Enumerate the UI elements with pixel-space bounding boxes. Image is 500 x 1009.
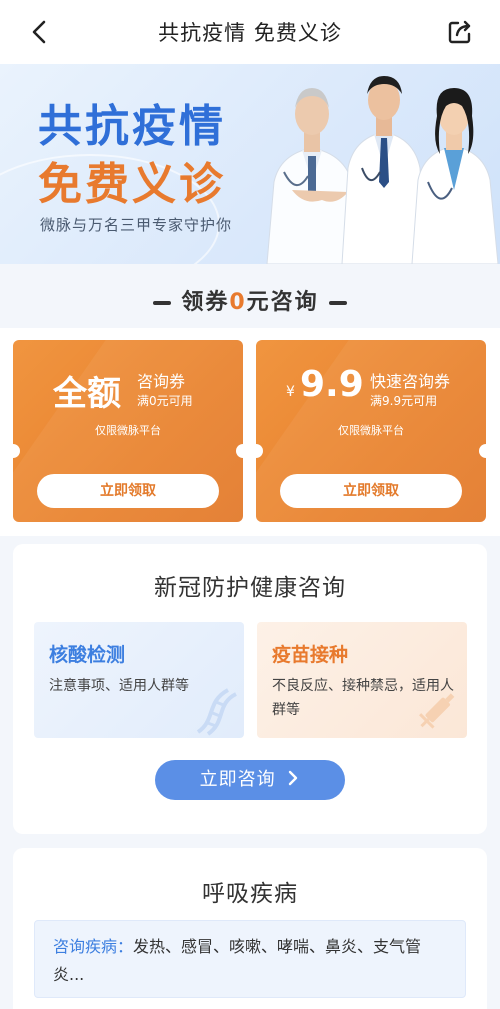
coupon-condition: 满9.9元可用 bbox=[370, 394, 438, 408]
banner-subtitle: 微脉与万名三甲专家守护你 bbox=[40, 216, 233, 234]
card-title: 呼吸疾病 bbox=[202, 881, 298, 907]
disease-list[interactable]: 咨询疾病：发热、感冒、咳嗽、哮喘、鼻炎、支气管炎... bbox=[34, 920, 466, 998]
coupon-name: 咨询券 bbox=[137, 372, 186, 391]
coupon-section-heading: 领券0元咨询 bbox=[0, 284, 500, 316]
tile-nucleic-test[interactable]: 核酸检测 注意事项、适用人群等 bbox=[34, 622, 244, 738]
banner-title-line2: 免费义诊 bbox=[38, 159, 226, 210]
heading-prefix: 领券 bbox=[181, 290, 230, 315]
banner-title-line1: 共抗疫情 bbox=[38, 101, 226, 152]
coupon-limit: 仅限微脉平台 bbox=[95, 424, 161, 437]
coupon-notch bbox=[13, 444, 20, 458]
claim-coupon-button[interactable]: 立即领取 bbox=[280, 474, 462, 508]
coupon-notch bbox=[479, 444, 486, 458]
consult-button-label: 立即咨询 bbox=[199, 769, 276, 790]
heading-dash-left bbox=[153, 301, 172, 305]
tile-title: 疫苗接种 bbox=[272, 644, 349, 666]
coupon-full-amount: 全额 咨询券 满0元可用 仅限微脉平台 立即领取 bbox=[13, 340, 243, 522]
chevron-right-icon bbox=[289, 770, 298, 786]
coupon-condition: 满0元可用 bbox=[137, 394, 193, 408]
syringe-icon bbox=[419, 693, 455, 729]
coupon-limit: 仅限微脉平台 bbox=[338, 424, 404, 437]
coupon-amount: 9.9 bbox=[300, 364, 364, 405]
tile-title: 核酸检测 bbox=[49, 644, 126, 666]
coupon-quick-consult: ¥ 9.9 快速咨询券 满9.9元可用 仅限微脉平台 立即领取 bbox=[256, 340, 486, 522]
respiratory-card: 呼吸疾病 咨询疾病：发热、感冒、咳嗽、哮喘、鼻炎、支气管炎... bbox=[13, 848, 487, 1009]
page-title: 共抗疫情 免费义诊 bbox=[158, 21, 342, 45]
coupon-currency: ¥ bbox=[286, 384, 295, 400]
covid-consult-card: 新冠防护健康咨询 核酸检测 注意事项、适用人群等 疫苗接种 不良反应、接种禁忌，… bbox=[13, 544, 487, 834]
nav-bar: 共抗疫情 免费义诊 bbox=[0, 0, 500, 64]
promo-banner: 共抗疫情 免费义诊 微脉与万名三甲专家守护你 bbox=[0, 64, 500, 264]
doctors-illustration bbox=[266, 76, 499, 264]
coupon-amount: 全额 bbox=[53, 374, 121, 414]
share-icon[interactable] bbox=[446, 18, 474, 46]
coupon-notch bbox=[236, 444, 243, 458]
heading-suffix: 元咨询 bbox=[246, 290, 319, 315]
dna-icon bbox=[196, 688, 238, 736]
coupon-name: 快速咨询券 bbox=[370, 372, 451, 391]
chevron-left-icon[interactable] bbox=[26, 18, 54, 46]
coupon-notch bbox=[256, 444, 263, 458]
card-title: 新冠防护健康咨询 bbox=[154, 575, 346, 601]
heading-dash-right bbox=[328, 301, 347, 305]
tile-vaccination[interactable]: 疫苗接种 不良反应、接种禁忌，适用人群等 bbox=[257, 622, 467, 738]
disease-label: 咨询疾病： bbox=[53, 937, 134, 956]
heading-zero: 0 bbox=[229, 290, 247, 315]
claim-coupon-button[interactable]: 立即领取 bbox=[37, 474, 219, 508]
consult-now-button[interactable]: 立即咨询 bbox=[155, 760, 345, 800]
